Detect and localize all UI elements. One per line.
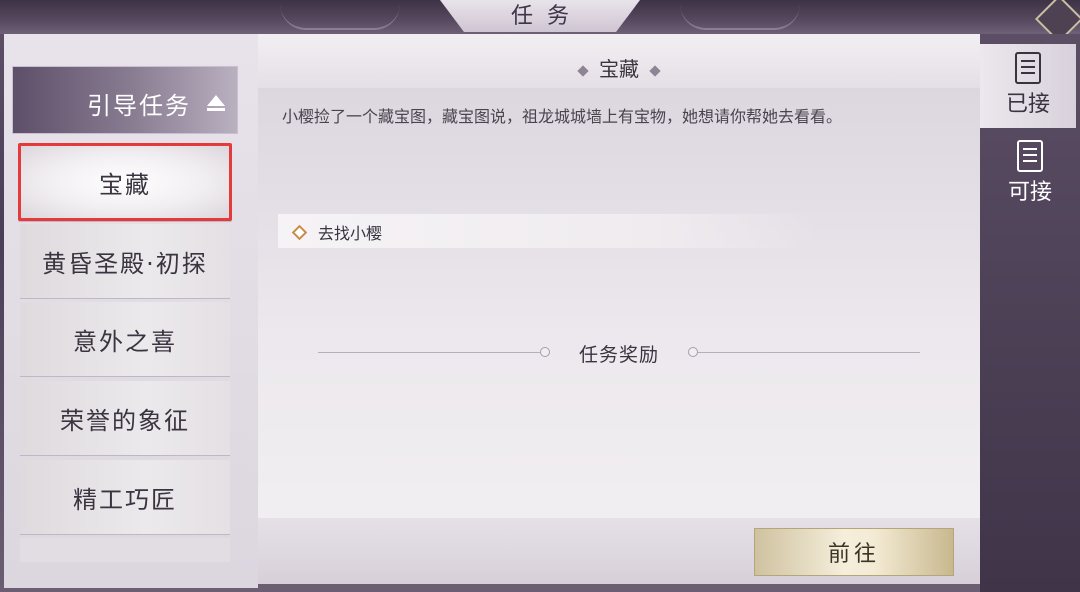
- reward-divider-right: [698, 352, 920, 353]
- quest-item-master-craftsman[interactable]: 精工巧匠: [20, 460, 230, 534]
- quest-item-symbol-of-honor[interactable]: 荣誉的象征: [20, 381, 230, 455]
- quest-detail-panel: 宝藏 小樱捡了一个藏宝图，藏宝图说，祖龙城城墙上有宝物，她想请你帮她去看看。 去…: [258, 34, 980, 584]
- tab-accepted[interactable]: 已接: [980, 44, 1076, 128]
- quest-title: 宝藏: [258, 34, 980, 104]
- quest-item-unexpected-joy[interactable]: 意外之喜: [20, 302, 230, 376]
- quest-item-label: 精工巧匠: [73, 485, 177, 514]
- ornament-left: [280, 4, 400, 30]
- reward-title: 任务奖励: [578, 344, 659, 366]
- window-title: 任务: [510, 4, 583, 29]
- quest-item-twilight-temple[interactable]: 黄昏圣殿·初探: [20, 224, 230, 298]
- title-bar: 任务: [0, 0, 1080, 44]
- divider-node-icon: [688, 347, 698, 357]
- collapse-arrow-icon: [207, 95, 225, 111]
- quest-item-label: 荣誉的象征: [60, 406, 190, 435]
- accepted-scroll-icon: [1015, 52, 1041, 84]
- go-button[interactable]: 前往: [754, 528, 954, 576]
- go-button-label: 前往: [827, 542, 880, 567]
- quest-description: 小樱捡了一个藏宝图，藏宝图说，祖龙城城墙上有宝物，她想请你帮她去看看。: [282, 107, 843, 126]
- quest-title-text: 宝藏: [599, 57, 639, 81]
- quest-group-header[interactable]: 引导任务: [12, 66, 238, 134]
- quest-objective: 去找小樱: [278, 214, 818, 248]
- quest-item-label: 意外之喜: [73, 327, 177, 356]
- quest-item-label: 黄昏圣殿·初探: [42, 249, 208, 278]
- tab-available[interactable]: 可接: [980, 132, 1080, 216]
- ornament-right: [680, 4, 800, 30]
- objective-text: 去找小樱: [318, 224, 383, 243]
- diamond-icon: [649, 64, 661, 77]
- available-scroll-icon: [1017, 140, 1043, 172]
- quest-item-label: 宝藏: [99, 170, 151, 199]
- tab-label: 可接: [1007, 180, 1052, 205]
- objective-diamond-icon: [291, 224, 308, 241]
- list-overflow-item: [20, 538, 230, 562]
- quest-item-treasure[interactable]: 宝藏: [18, 143, 232, 221]
- tab-rail: 已接 可接: [980, 34, 1080, 592]
- tab-label: 已接: [1005, 92, 1050, 117]
- diamond-icon: [577, 64, 589, 77]
- quest-group-label: 引导任务: [87, 92, 191, 120]
